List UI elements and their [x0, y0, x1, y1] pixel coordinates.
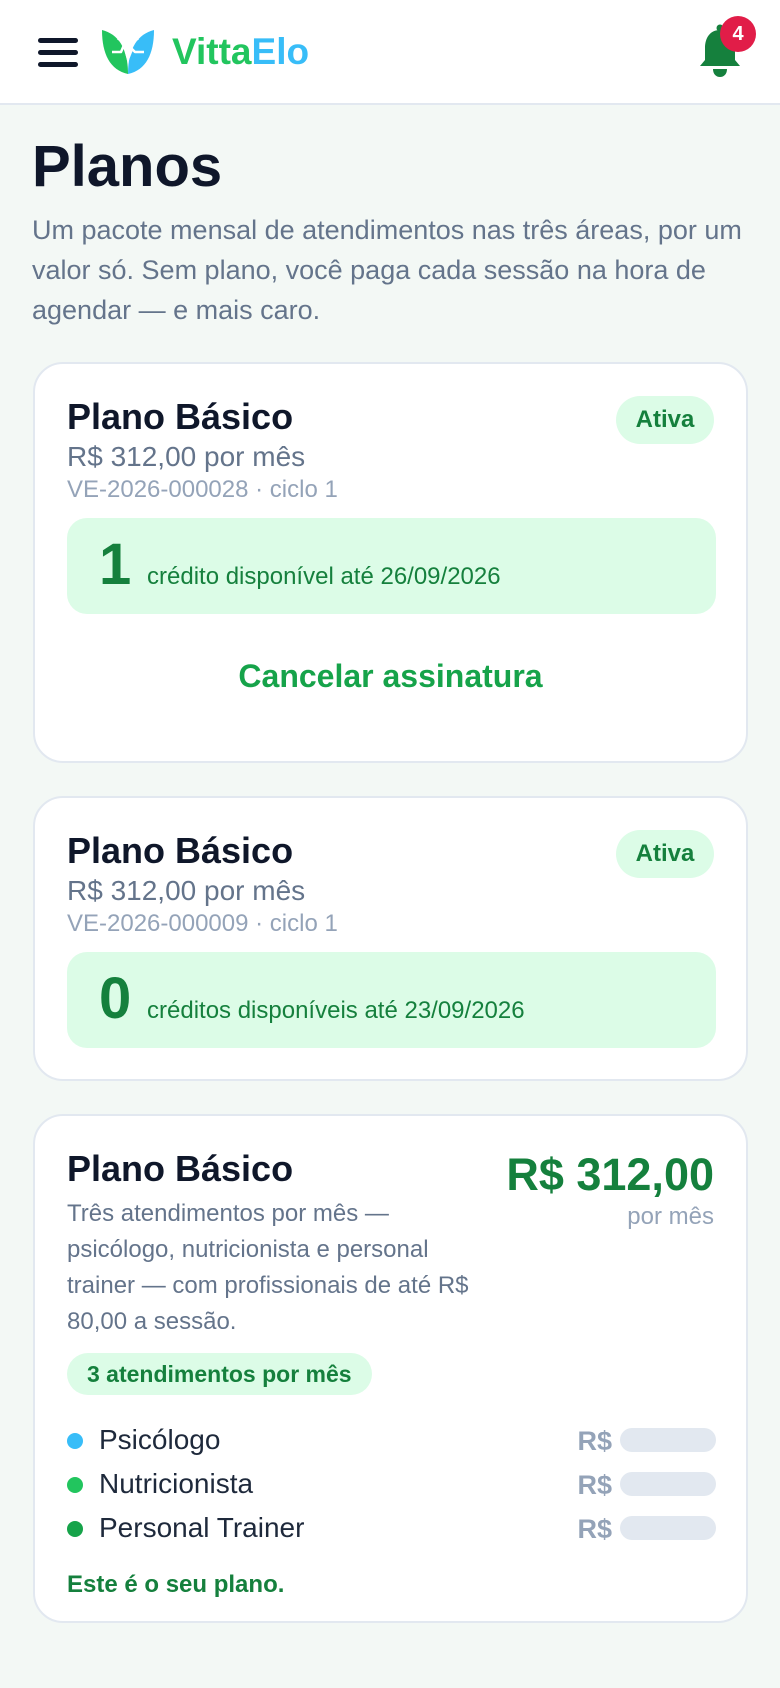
credits-count: 0: [99, 966, 132, 1031]
logo-leaf-icon: [102, 30, 154, 74]
service-currency: R$: [577, 1514, 612, 1544]
subscription-card: Plano Básico Ativa R$ 312,00 por mês VE-…: [33, 362, 748, 763]
menu-icon[interactable]: [38, 38, 78, 68]
plan-name: Plano Básico: [67, 1148, 294, 1189]
plan-price: R$ 312,00: [506, 1149, 714, 1200]
plan-name: Plano Básico: [67, 830, 294, 871]
credits-text: crédito disponível até 26/09/2026: [147, 563, 501, 590]
plan-offer-card: Plano Básico R$ 312,00 por mês Três aten…: [33, 1114, 748, 1623]
page-intro: Um pacote mensal de atendimentos nas trê…: [32, 215, 742, 325]
credits-box: 0 créditos disponíveis até 23/09/2026: [67, 952, 716, 1048]
dot-icon: [67, 1477, 83, 1493]
dot-icon: [67, 1433, 83, 1449]
plan-name: Plano Básico: [67, 396, 294, 437]
price-placeholder: [620, 1428, 716, 1452]
subscription-code: VE-2026-000009 · ciclo 1: [67, 910, 338, 937]
price-placeholder: [620, 1472, 716, 1496]
plan-price: R$ 312,00 por mês: [67, 441, 306, 472]
service-row-personal-trainer: Personal Trainer R$: [67, 1508, 716, 1548]
service-name: Psicólogo: [99, 1424, 221, 1455]
dot-icon: [67, 1521, 83, 1537]
plan-period: por mês: [627, 1203, 714, 1230]
service-currency: R$: [577, 1426, 612, 1456]
sessions-badge: 3 atendimentos por mês: [67, 1353, 372, 1395]
plan-description: Três atendimentos por mês — psicólogo, n…: [67, 1200, 469, 1335]
status-badge: Ativa: [616, 396, 714, 444]
credits-box: 1 crédito disponível até 26/09/2026: [67, 518, 716, 614]
service-name: Nutricionista: [99, 1468, 254, 1499]
credits-text: créditos disponíveis até 23/09/2026: [147, 997, 525, 1024]
brand-name[interactable]: VittaElo: [172, 30, 309, 74]
service-currency: R$: [577, 1470, 612, 1500]
price-placeholder: [620, 1516, 716, 1540]
page-title: Planos: [32, 134, 223, 199]
brand-name-part1: Vitta: [172, 31, 252, 72]
service-name: Personal Trainer: [99, 1512, 305, 1543]
credits-count: 1: [99, 532, 132, 597]
notification-badge[interactable]: 4: [720, 16, 756, 52]
service-row-nutricionista: Nutricionista R$: [67, 1464, 716, 1504]
brand-name-part2: Elo: [251, 31, 310, 72]
subscription-code: VE-2026-000028 · ciclo 1: [67, 476, 338, 503]
cancel-subscription-button[interactable]: Cancelar assinatura: [35, 656, 746, 696]
current-plan-note: Este é o seu plano.: [67, 1571, 285, 1598]
service-row-psicologo: Psicólogo R$: [67, 1420, 716, 1460]
plan-price: R$ 312,00 por mês: [67, 875, 306, 906]
status-badge: Ativa: [616, 830, 714, 878]
top-bar: VittaElo 4: [0, 0, 780, 105]
subscription-card: Plano Básico Ativa R$ 312,00 por mês VE-…: [33, 796, 748, 1081]
